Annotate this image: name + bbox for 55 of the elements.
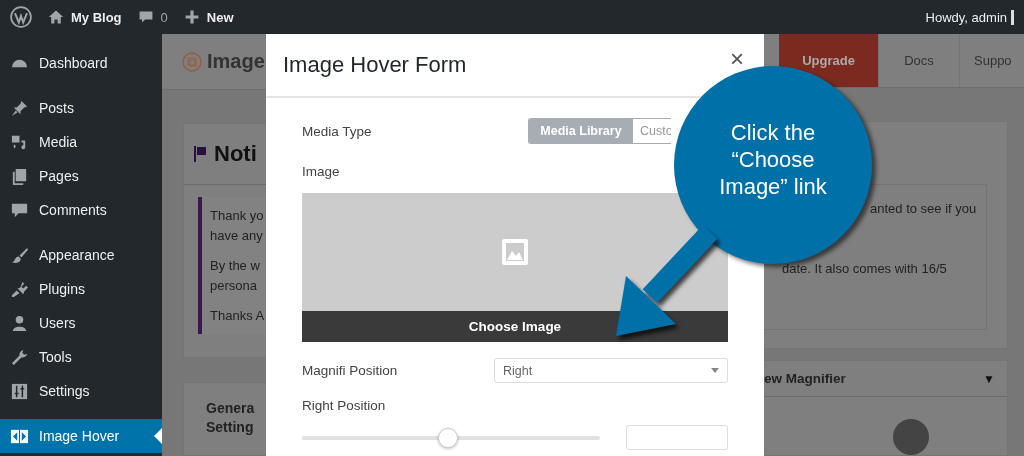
notice-text: persona (210, 277, 258, 295)
notice-title: Noti (214, 141, 257, 167)
panel-title: ew Magnifier (764, 371, 846, 386)
toggle-arrow[interactable]: ▼ (983, 371, 995, 386)
plug-icon (10, 279, 29, 299)
notice-text: Thanks A (210, 307, 266, 325)
notice-text: Thank yo (210, 207, 265, 225)
house-icon (48, 9, 64, 25)
choose-image-button[interactable]: Choose Image (302, 311, 728, 342)
position-input[interactable] (626, 425, 728, 450)
account-link[interactable]: Howdy, admin (925, 9, 1014, 25)
field-label: Magnifi Position (302, 363, 398, 378)
field-label: Media Type (302, 123, 372, 139)
sidebar-item[interactable]: Posts (0, 91, 162, 125)
site-link[interactable]: My Blog (48, 9, 122, 25)
field-label: Image (302, 164, 341, 179)
close-button[interactable]: × (728, 48, 746, 70)
sliders-icon (10, 381, 29, 401)
sidebar-item[interactable]: Appearance (0, 238, 162, 272)
new-link[interactable]: New (183, 9, 234, 25)
modal-title: Image Hover Form (283, 52, 467, 78)
notice-text: By the w (210, 257, 261, 275)
comment-icon (137, 9, 154, 25)
callout-text: Click the “Choose Image” link (718, 118, 828, 200)
plus-icon (183, 9, 200, 25)
circle-icon (892, 419, 929, 455)
settings-title: Setting (206, 418, 255, 437)
brush-icon (10, 245, 29, 265)
comments-link[interactable]: 0 (137, 9, 168, 25)
sidebar-item[interactable]: Pages (0, 159, 162, 193)
image-icon (501, 238, 529, 266)
field-label: Right Position (302, 398, 387, 413)
user-icon (10, 313, 29, 333)
wrench-icon (10, 347, 29, 367)
notice-text: anted to see if you (869, 200, 978, 218)
flag-icon (194, 146, 206, 162)
sidebar-item[interactable]: Tools (0, 340, 162, 374)
wordpress-logo-icon[interactable] (10, 6, 32, 28)
sidebar-item[interactable]: Media (0, 125, 162, 159)
sidebar-item[interactable]: Dashboard (0, 46, 162, 80)
sidebar-item[interactable]: Users (0, 306, 162, 340)
slider-thumb[interactable] (438, 427, 458, 448)
sidebar-item[interactable]: Comments (0, 193, 162, 227)
notice-text: have any (210, 227, 264, 245)
caret-icon (711, 368, 719, 373)
notice-text: date. It also comes with 16/5 (782, 260, 948, 278)
settings-title: Genera (206, 399, 256, 418)
logo-icon (182, 51, 202, 72)
sidebar-item[interactable]: Settings (0, 374, 162, 408)
plugin-title: Image (207, 50, 265, 73)
pin-icon (10, 98, 29, 118)
position-select[interactable]: Right (494, 358, 728, 383)
sidebar-item[interactable]: Image Hover (0, 419, 162, 453)
pages-icon (10, 166, 29, 186)
sidebar-item[interactable]: Plugins (0, 272, 162, 306)
